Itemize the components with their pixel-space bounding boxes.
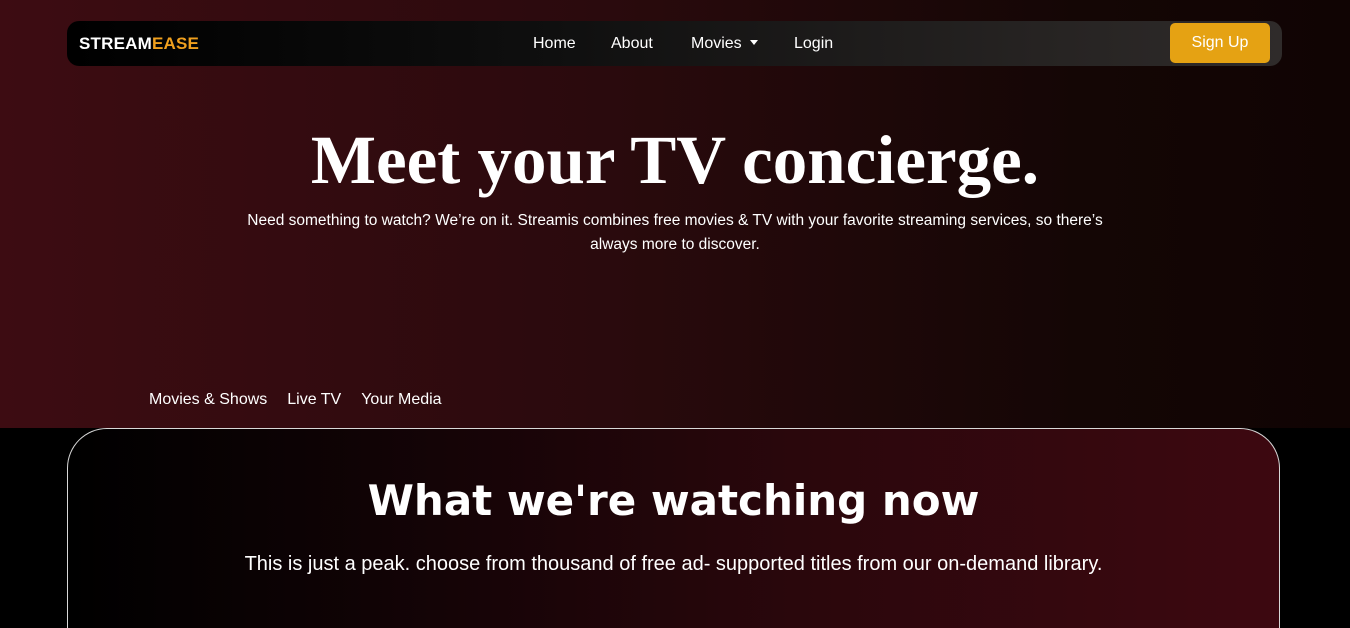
nav-movies-label: Movies [691, 35, 742, 52]
tab-movies-shows[interactable]: Movies & Shows [149, 388, 267, 412]
hero-title: Meet your TV concierge. [310, 122, 1040, 198]
hero-section: STREAMEASE Home About Movies Login Sign … [0, 0, 1350, 428]
nav-login-link[interactable]: Login [794, 21, 833, 66]
hero-subtitle: Need something to watch? We’re on it. St… [247, 212, 1103, 253]
nav-about-link[interactable]: About [611, 21, 653, 66]
nav-home-link[interactable]: Home [533, 21, 576, 66]
watching-now-section: What we're watching now This is just a p… [67, 428, 1280, 628]
watching-now-title: What we're watching now [367, 476, 980, 525]
navbar: STREAMEASE Home About Movies Login Sign … [67, 21, 1282, 66]
hero-tabs: Movies & Shows Live TV Your Media [149, 388, 442, 412]
watching-now-subtitle: This is just a peak. choose from thousan… [244, 553, 1103, 575]
tab-your-media[interactable]: Your Media [361, 388, 441, 412]
tab-live-tv[interactable]: Live TV [287, 388, 341, 412]
nav-movies-dropdown[interactable]: Movies [691, 21, 758, 66]
caret-down-icon [749, 40, 758, 45]
nav-links: Home About Movies Login [67, 21, 1282, 66]
signup-button[interactable]: Sign Up [1170, 23, 1270, 63]
